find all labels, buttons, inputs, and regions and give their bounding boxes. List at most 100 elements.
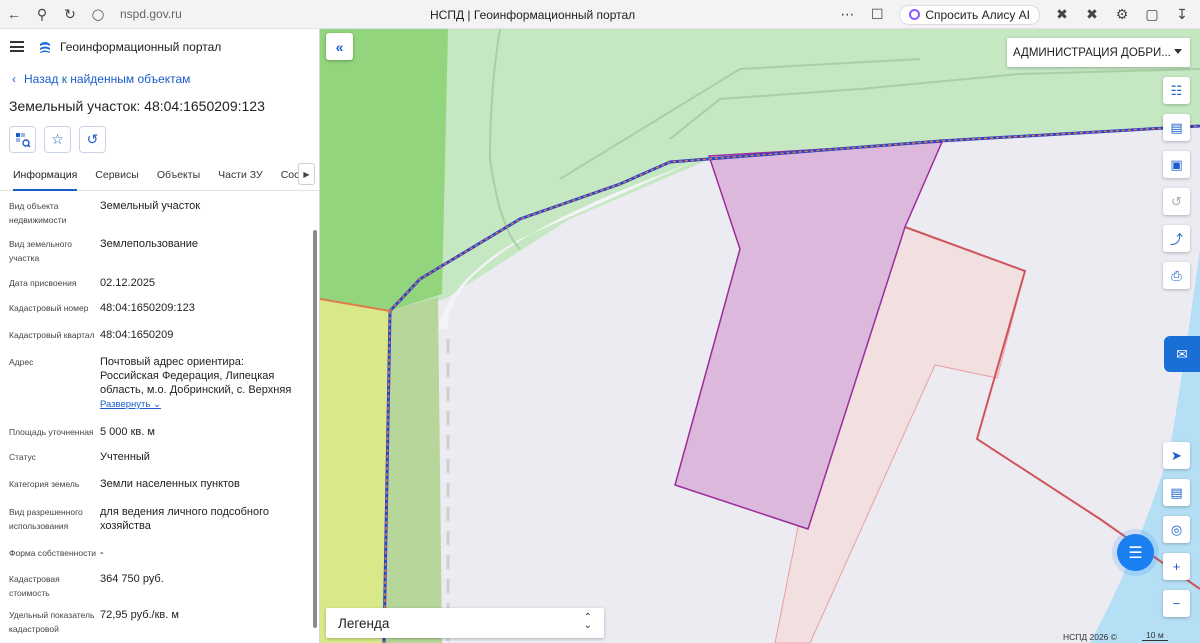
screenshot-icon[interactable]: ▢ <box>1138 0 1166 29</box>
field-label: Кадастровая стоимость <box>9 574 60 598</box>
field-label: Категория земель <box>9 479 80 489</box>
field-label: Адрес <box>9 357 34 367</box>
extension2-icon[interactable]: ✖ <box>1078 0 1106 29</box>
bookmark-icon[interactable]: ☐ <box>863 0 891 29</box>
widget-icon: ✉ <box>1176 345 1188 362</box>
double-chevron-left-icon: « <box>335 38 344 55</box>
caret-down-icon <box>1174 49 1182 54</box>
page-title: Земельный участок: 48:04:1650209:123 <box>9 98 265 114</box>
info-row: Вид разрешенного использования для веден… <box>0 505 319 546</box>
tab-title: НСПД | Геоинформационный портал <box>430 8 636 22</box>
field-value: 48:04:1650209 <box>100 329 174 341</box>
star-icon: ☆ <box>51 131 64 147</box>
select-search-icon: ▣ <box>1170 156 1183 172</box>
print-button[interactable]: ⎙ <box>1163 262 1190 289</box>
map-layers <box>320 29 1200 643</box>
geolocation-button[interactable]: ➤ <box>1163 442 1190 469</box>
alisa-button[interactable]: Спросить Алису AI <box>899 4 1040 25</box>
locate-on-map-button[interactable] <box>9 126 36 153</box>
chat-icon: ☰ <box>1128 544 1143 562</box>
history-map-button[interactable]: ↺ <box>1163 188 1190 215</box>
admin-select[interactable]: АДМИНИСТРАЦИЯ ДОБРИ... <box>1007 38 1190 67</box>
more-icon[interactable]: ⋯ <box>833 0 861 29</box>
info-list: Вид объекта недвижимости Земельный участ… <box>0 191 319 638</box>
browser-toolbar: ← ⚲ ↻ ◯ nspd.gov.ru НСПД | Геоинформацио… <box>0 0 1200 29</box>
info-row: Категория земель Земли населенных пункто… <box>0 477 319 505</box>
site-info-icon[interactable]: ◯ <box>84 0 112 29</box>
field-value: 02.12.2025 <box>100 277 156 289</box>
field-label: Вид земельного участка <box>9 239 73 263</box>
tabs-scroll-right-button[interactable]: ▶ <box>298 163 315 185</box>
field-value: Землепользование <box>100 238 199 250</box>
chat-button[interactable]: ☰ <box>1117 534 1154 571</box>
field-value: 72,95 руб./кв. м <box>100 609 179 621</box>
share-button[interactable]: ⤴ <box>1163 225 1190 252</box>
layers-button[interactable]: ☷ <box>1163 77 1190 104</box>
extension-icon[interactable]: ✖ <box>1048 0 1076 29</box>
download-icon[interactable]: ↧ <box>1168 0 1196 29</box>
info-row: Дата присвоения 02.12.2025 <box>0 276 319 301</box>
copyright: НСПД 2026 © <box>1063 632 1118 642</box>
yellow-zone <box>320 299 390 643</box>
info-row: Площадь уточненная 5 000 кв. м <box>0 425 319 450</box>
field-value: - <box>100 547 104 559</box>
tab-info[interactable]: Информация <box>13 163 78 191</box>
info-row: Кадастровая стоимость 364 750 руб. <box>0 572 319 608</box>
navigation-arrow-icon: ➤ <box>1171 447 1182 463</box>
expand-address-link[interactable]: Развернуть ⌄ <box>100 398 300 412</box>
zoom-in-button[interactable]: + <box>1163 553 1190 580</box>
admin-select-value: АДМИНИСТРАЦИЯ ДОБРИ... <box>1013 46 1171 59</box>
field-value: 364 750 руб. <box>100 573 164 585</box>
green-strip <box>382 297 442 643</box>
info-row: Кадастровый номер 48:04:1650209:123 <box>0 301 319 328</box>
collapse-panel-button[interactable]: « <box>326 33 353 60</box>
reload-icon[interactable]: ↻ <box>56 0 84 29</box>
info-panel: Геоинформационный портал ‹ Назад к найде… <box>0 29 320 643</box>
panel-scrollbar[interactable] <box>313 230 317 628</box>
yandex-icon[interactable]: ⚲ <box>28 0 56 29</box>
select-area-button[interactable]: ▣ <box>1163 151 1190 178</box>
layers-icon: ☷ <box>1170 82 1183 98</box>
puzzle-icon[interactable]: ⚙ <box>1108 0 1136 29</box>
back-link[interactable]: ‹ Назад к найденным объектам <box>12 72 319 86</box>
side-widget-button[interactable]: ✉ <box>1164 336 1200 372</box>
basemap-button[interactable]: ▤ <box>1163 479 1190 506</box>
minus-icon: − <box>1172 596 1181 611</box>
back-icon[interactable]: ← <box>0 0 28 29</box>
field-value: Земли населенных пунктов <box>100 478 240 490</box>
field-label: Дата присвоения <box>9 278 77 288</box>
tab-objects[interactable]: Объекты <box>157 163 200 190</box>
field-label: Статус <box>9 452 36 462</box>
favorite-button[interactable]: ☆ <box>44 126 71 153</box>
legend-dropdown[interactable]: Легенда ⌃ ⌄ <box>326 608 604 638</box>
plus-icon: + <box>1172 559 1181 574</box>
info-row: Кадастровый квартал 48:04:1650209 <box>0 328 319 355</box>
target-icon: ◎ <box>1170 521 1183 537</box>
app-title: Геоинформационный портал <box>60 39 222 54</box>
zoom-out-button[interactable]: − <box>1163 590 1190 617</box>
field-label: Форма собственности <box>9 548 96 558</box>
address-value: Почтовый адрес ориентира: Российская Фед… <box>100 356 292 396</box>
print-icon: ⎙ <box>1171 267 1182 283</box>
tab-parts[interactable]: Части ЗУ <box>218 163 263 190</box>
tab-services[interactable]: Сервисы <box>95 163 139 190</box>
history-icon: ↺ <box>1171 193 1182 209</box>
ruler-icon: ▤ <box>1170 119 1183 135</box>
address-bar[interactable]: nspd.gov.ru <box>120 7 182 21</box>
history-button[interactable]: ↺ <box>79 126 106 153</box>
alisa-icon <box>909 9 921 20</box>
field-label: Вид разрешенного использования <box>9 507 83 531</box>
field-label: Удельный показатель кадастровой <box>9 610 95 634</box>
measure-button[interactable]: ▤ <box>1163 114 1190 141</box>
field-value: Учтенный <box>100 451 150 463</box>
info-row: Адрес Почтовый адрес ориентира: Российск… <box>0 355 319 425</box>
frame-icon: ▤ <box>1170 484 1183 500</box>
map-canvas[interactable]: « АДМИНИСТРАЦИЯ ДОБРИ... ☷ ▤ ▣ ↺ ⤴ ⎙ ✉ ➤… <box>320 29 1200 643</box>
legend-label: Легенда <box>338 615 390 631</box>
field-value: 48:04:1650209:123 <box>100 302 195 314</box>
field-label: Кадастровый квартал <box>9 330 95 340</box>
info-row: Форма собственности - <box>0 546 319 572</box>
locate-button[interactable]: ◎ <box>1163 516 1190 543</box>
info-row: Статус Учтенный <box>0 450 319 477</box>
menu-icon[interactable] <box>10 41 24 52</box>
